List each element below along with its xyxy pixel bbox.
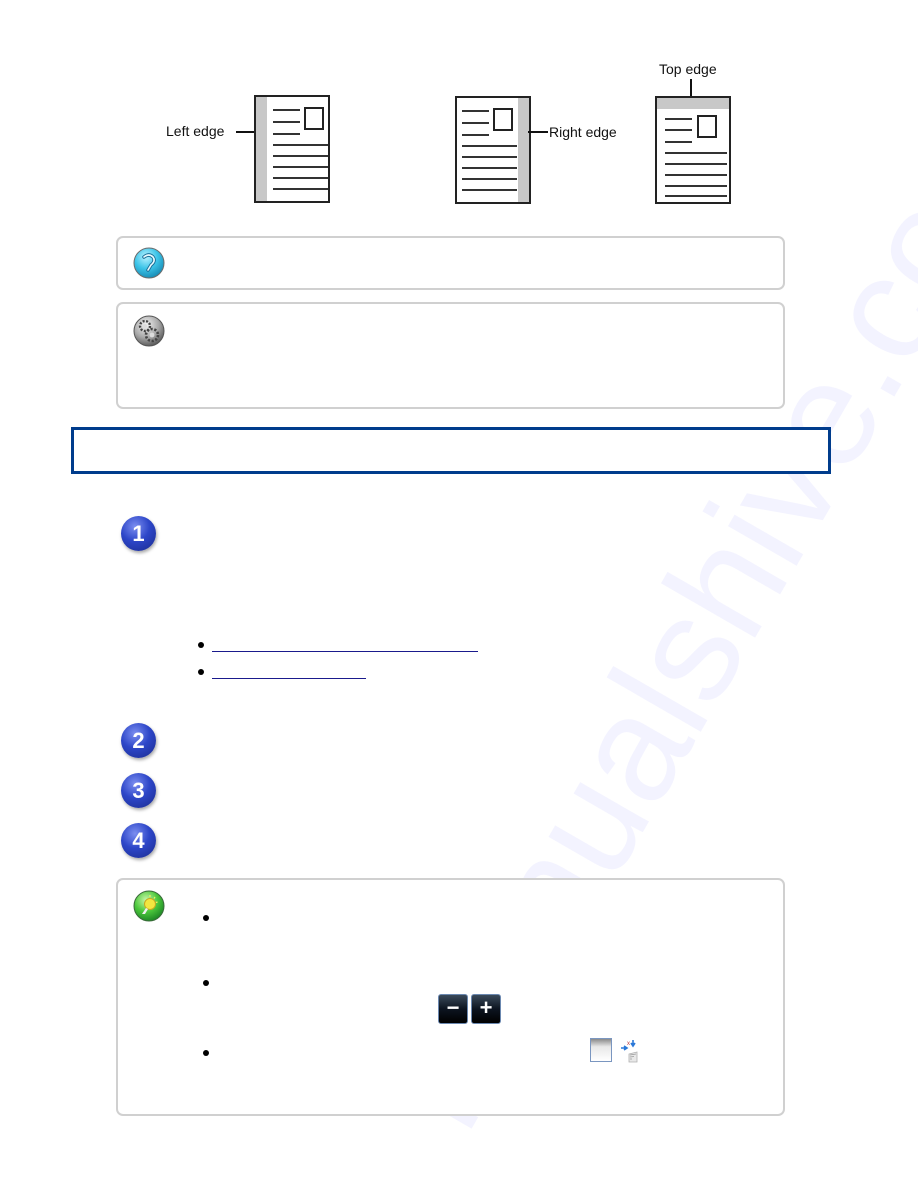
right-edge-label: Right edge <box>549 124 617 140</box>
document-left-edge-illustration <box>254 95 330 203</box>
return-arrow-icon <box>133 247 165 279</box>
step-1-badge: 1 <box>121 516 156 551</box>
right-edge-leader <box>528 131 548 133</box>
document-right-edge-illustration <box>455 96 531 204</box>
hint-box <box>116 236 785 290</box>
zoom-out-button-image: − <box>438 994 468 1024</box>
note-box: − + x <box>116 878 785 1116</box>
top-edge-band <box>657 98 729 109</box>
bullet <box>198 669 204 675</box>
left-edge-label: Left edge <box>166 123 225 139</box>
step-2-badge: 2 <box>121 723 156 758</box>
bullet <box>203 980 209 986</box>
window-icon <box>590 1038 612 1062</box>
gears-icon <box>133 315 165 347</box>
zoom-in-button-image: + <box>471 994 501 1024</box>
left-edge-band <box>256 97 267 201</box>
bullet <box>203 915 209 921</box>
top-edge-label: Top edge <box>659 61 717 77</box>
step-1-link-2[interactable] <box>212 664 366 679</box>
section-header <box>71 427 831 474</box>
svg-text:x: x <box>627 1041 630 1047</box>
step-1-link-1[interactable] <box>212 637 478 652</box>
fit-to-page-icon: x <box>620 1038 642 1064</box>
bullet <box>203 1050 209 1056</box>
right-edge-band <box>518 98 529 202</box>
lightbulb-icon <box>133 890 165 922</box>
step-4-badge: 4 <box>121 823 156 858</box>
bullet <box>198 642 204 648</box>
step-3-badge: 3 <box>121 773 156 808</box>
settings-box <box>116 302 785 409</box>
document-top-edge-illustration <box>655 96 731 204</box>
